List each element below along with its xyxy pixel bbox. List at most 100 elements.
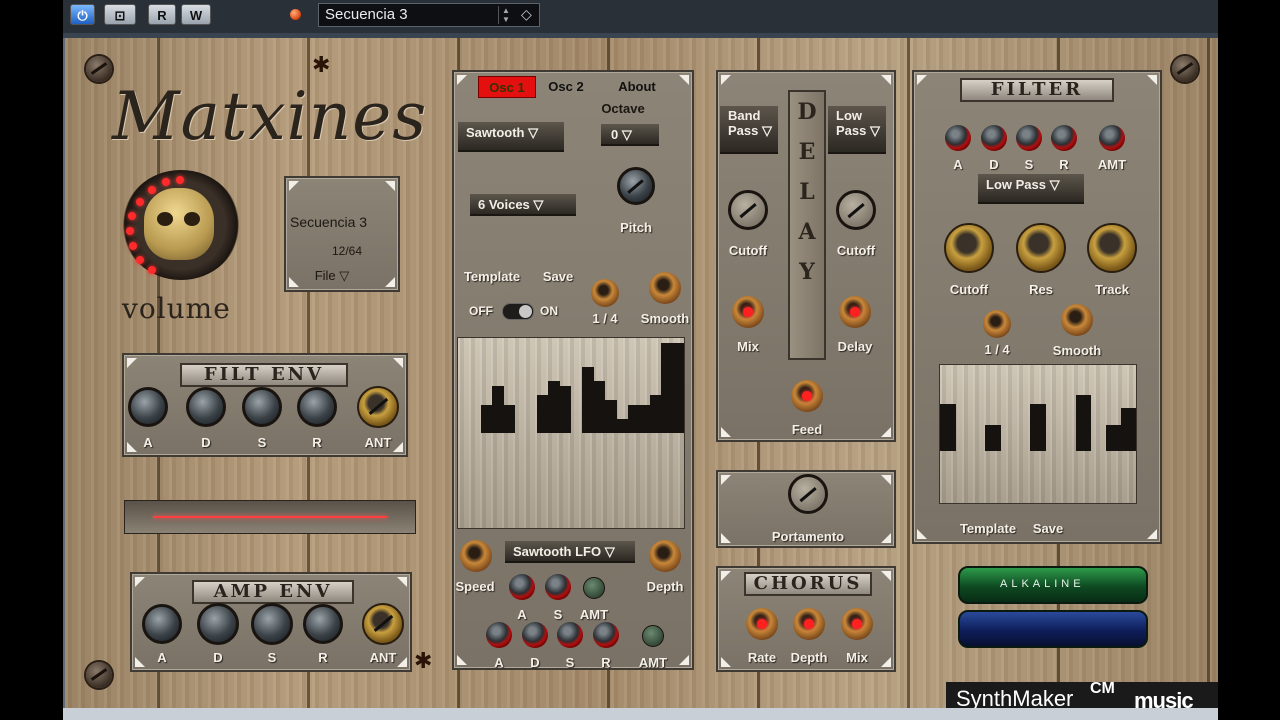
pitch-knob[interactable]: [617, 167, 655, 205]
delay-cutoff-right-knob[interactable]: [836, 190, 876, 230]
filter-template-button[interactable]: Template: [960, 521, 1016, 536]
lfo-speed-knob[interactable]: [460, 540, 492, 572]
lfo-amt-knob[interactable]: [583, 577, 605, 599]
osc-save-button[interactable]: Save: [543, 269, 573, 284]
lfo-waveform-dropdown[interactable]: Sawtooth LFO ▽: [505, 541, 635, 563]
amp-env-r-knob[interactable]: [303, 604, 343, 644]
amp-env-amt-knob[interactable]: [362, 603, 404, 645]
lfo-env-r-knob[interactable]: [593, 622, 619, 648]
osc-waveform-dropdown[interactable]: Sawtooth ▽: [458, 122, 564, 152]
preset-selector[interactable]: Secuencia 3 ▲ ▼ ◇: [318, 3, 540, 27]
delay-title: DELAY: [788, 90, 826, 360]
osc-template-button[interactable]: Template: [464, 269, 520, 284]
sequencer-step-bar[interactable]: [559, 385, 572, 433]
sequencer-step-bar[interactable]: [548, 380, 561, 433]
file-menu[interactable]: File ▽: [315, 268, 350, 284]
filter-env-d-label: D: [989, 157, 999, 172]
filter-smooth-knob[interactable]: [1061, 304, 1093, 336]
filter-cutoff-knob[interactable]: [944, 223, 994, 273]
osc-rate-knob[interactable]: [591, 279, 619, 307]
sequencer-step-bar[interactable]: [537, 395, 549, 433]
delay-low-pass-dropdown[interactable]: Low Pass ▽: [828, 106, 886, 154]
lfo-s-knob[interactable]: [545, 574, 571, 600]
lfo-env-r-label: R: [601, 655, 611, 670]
sequencer-step-bar[interactable]: [480, 404, 493, 433]
amp-env-s-knob[interactable]: [251, 603, 293, 645]
delay-time-knob[interactable]: [839, 296, 871, 328]
amp-env-d-knob[interactable]: [197, 603, 239, 645]
battery-label: ALKALINE: [1000, 578, 1085, 590]
filter-step-sequencer[interactable]: [939, 364, 1137, 504]
delay-mix-knob[interactable]: [732, 296, 764, 328]
sequencer-step-bar[interactable]: [593, 380, 606, 433]
lfo-a-label: A: [517, 607, 527, 622]
sequencer-step-bar[interactable]: [661, 342, 674, 433]
lfo-env-amt-knob[interactable]: [642, 625, 664, 647]
sequencer-step-bar[interactable]: [582, 366, 595, 433]
lfo-a-knob[interactable]: [509, 574, 535, 600]
edit-button[interactable]: ⊡: [104, 4, 136, 25]
sequencer-step-bar[interactable]: [1120, 407, 1137, 451]
delay-band-pass-dropdown[interactable]: Band Pass ▽: [720, 106, 778, 154]
filter-smooth-label: Smooth: [1052, 343, 1102, 358]
filt-env-r-label: R: [312, 435, 322, 450]
delay-feed-knob[interactable]: [791, 380, 823, 412]
preset-menu-icon[interactable]: ◇: [521, 7, 535, 22]
sequencer-step-bar[interactable]: [1075, 394, 1092, 451]
lfo-env-a-knob[interactable]: [486, 622, 512, 648]
chorus-mix-knob[interactable]: [841, 608, 873, 640]
filter-env-r-knob[interactable]: [1051, 125, 1077, 151]
osc-step-sequencer[interactable]: [457, 337, 685, 529]
ant-icon: ✱: [414, 648, 433, 673]
voices-dropdown[interactable]: 6 Voices ▽: [470, 194, 576, 216]
filt-env-d-knob[interactable]: [186, 387, 226, 427]
sequencer-step-bar[interactable]: [1030, 403, 1047, 451]
preset-stepper-icon[interactable]: ▲ ▼: [498, 6, 513, 24]
filter-env-s-knob[interactable]: [1016, 125, 1042, 151]
filter-res-knob[interactable]: [1016, 223, 1066, 273]
screw-icon: [86, 56, 112, 82]
delay-cutoff-left-label: Cutoff: [728, 243, 768, 258]
sequencer-step-bar[interactable]: [985, 424, 1001, 451]
write-automation-button[interactable]: W: [181, 4, 211, 25]
filt-env-s-knob[interactable]: [242, 387, 282, 427]
filt-env-amt-knob[interactable]: [357, 386, 399, 428]
filter-save-button[interactable]: Save: [1033, 521, 1063, 536]
amp-env-a-knob[interactable]: [142, 604, 182, 644]
sequencer-step-bar[interactable]: [650, 395, 662, 433]
sequencer-step-bar[interactable]: [616, 418, 628, 433]
chorus-rate-knob[interactable]: [746, 608, 778, 640]
filter-env-d-knob[interactable]: [981, 125, 1007, 151]
power-icon[interactable]: ⏻: [70, 4, 95, 25]
sequencer-step-bar[interactable]: [672, 342, 685, 433]
filt-env-r-knob[interactable]: [297, 387, 337, 427]
sequencer-step-bar[interactable]: [940, 403, 956, 451]
octave-dropdown[interactable]: 0 ▽: [601, 124, 659, 146]
volume-knob[interactable]: [122, 170, 240, 280]
sequencer-step-bar[interactable]: [1105, 424, 1122, 451]
filt-env-a-knob[interactable]: [128, 387, 168, 427]
sequencer-step-bar[interactable]: [503, 404, 515, 433]
filter-env-amt-knob[interactable]: [1099, 125, 1125, 151]
lfo-env-d-knob[interactable]: [522, 622, 548, 648]
tab-osc-2[interactable]: Osc 2: [540, 76, 592, 98]
osc-smooth-knob[interactable]: [649, 272, 681, 304]
filter-rate-knob[interactable]: [983, 310, 1011, 338]
tab-about[interactable]: About: [610, 76, 664, 98]
portamento-knob[interactable]: [788, 474, 828, 514]
filter-env-a-knob[interactable]: [945, 125, 971, 151]
lfo-env-s-knob[interactable]: [557, 622, 583, 648]
filter-track-knob[interactable]: [1087, 223, 1137, 273]
sequencer-toggle[interactable]: [502, 303, 534, 320]
delay-cutoff-left-knob[interactable]: [728, 190, 768, 230]
tab-osc-1[interactable]: Osc 1: [478, 76, 536, 98]
sequencer-step-bar[interactable]: [638, 404, 651, 433]
lfo-depth-knob[interactable]: [649, 540, 681, 572]
sequencer-step-bar[interactable]: [604, 399, 617, 433]
octave-label: Octave: [601, 101, 645, 116]
read-automation-button[interactable]: R: [148, 4, 176, 25]
chorus-depth-knob[interactable]: [793, 608, 825, 640]
sequencer-step-bar[interactable]: [627, 404, 640, 433]
sequencer-step-bar[interactable]: [491, 385, 504, 433]
filter-type-dropdown[interactable]: Low Pass ▽: [978, 174, 1084, 204]
